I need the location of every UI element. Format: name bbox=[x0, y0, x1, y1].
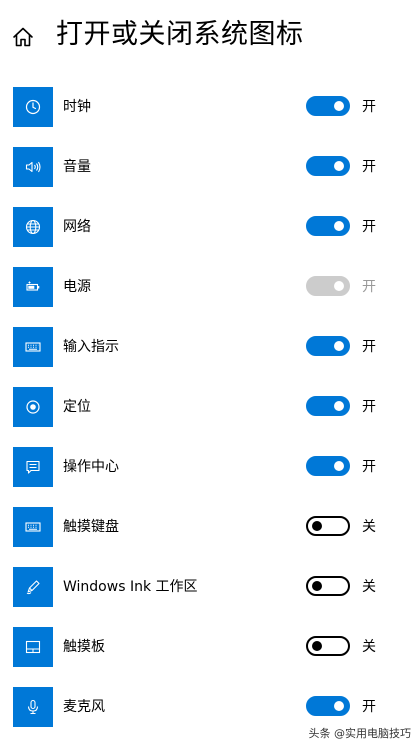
toggle-state-label: 开 bbox=[362, 279, 376, 295]
toggle-knob bbox=[334, 161, 344, 171]
setting-row-windows-ink: Windows Ink 工作区 关 bbox=[0, 567, 419, 609]
toggle-state-label: 开 bbox=[362, 339, 376, 355]
keyboard-icon bbox=[13, 327, 53, 367]
toggle-state-label: 开 bbox=[362, 459, 376, 475]
setting-row-action-center: 操作中心 开 bbox=[0, 447, 419, 489]
touch-keyboard-toggle[interactable] bbox=[306, 516, 350, 536]
network-toggle[interactable] bbox=[306, 216, 350, 236]
setting-row-power: 电源 开 bbox=[0, 267, 419, 309]
setting-row-location: 定位 开 bbox=[0, 387, 419, 429]
home-icon bbox=[13, 27, 33, 47]
toggle-state-label: 关 bbox=[362, 639, 376, 655]
setting-row-input-indicator: 输入指示 开 bbox=[0, 327, 419, 369]
page-title: 打开或关闭系统图标 bbox=[56, 19, 304, 50]
toggle-state-label: 开 bbox=[362, 399, 376, 415]
location-toggle[interactable] bbox=[306, 396, 350, 416]
volume-icon bbox=[13, 147, 53, 187]
action-center-toggle[interactable] bbox=[306, 456, 350, 476]
setting-label: 操作中心 bbox=[63, 459, 119, 475]
toggle-state-label: 开 bbox=[362, 699, 376, 715]
volume-toggle[interactable] bbox=[306, 156, 350, 176]
keyboard-icon bbox=[13, 507, 53, 547]
toggle-knob bbox=[312, 581, 322, 591]
toggle-knob bbox=[334, 461, 344, 471]
location-icon bbox=[13, 387, 53, 427]
action-center-icon bbox=[13, 447, 53, 487]
toggle-state-label: 开 bbox=[362, 159, 376, 175]
power-toggle bbox=[306, 276, 350, 296]
toggle-knob bbox=[334, 341, 344, 351]
pen-icon bbox=[13, 567, 53, 607]
touchpad-toggle[interactable] bbox=[306, 636, 350, 656]
touchpad-icon bbox=[13, 627, 53, 667]
home-button[interactable] bbox=[10, 24, 36, 50]
microphone-icon bbox=[13, 687, 53, 727]
toggle-knob bbox=[312, 521, 322, 531]
setting-row-volume: 音量 开 bbox=[0, 147, 419, 189]
setting-row-touch-keyboard: 触摸键盘 关 bbox=[0, 507, 419, 549]
setting-label: 时钟 bbox=[63, 99, 91, 115]
setting-label: 触摸板 bbox=[63, 639, 105, 655]
setting-label: Windows Ink 工作区 bbox=[63, 579, 198, 595]
toggle-knob bbox=[334, 221, 344, 231]
input-indicator-toggle[interactable] bbox=[306, 336, 350, 356]
setting-label: 麦克风 bbox=[63, 699, 105, 715]
setting-row-clock: 时钟 开 bbox=[0, 87, 419, 129]
microphone-toggle[interactable] bbox=[306, 696, 350, 716]
toggle-state-label: 关 bbox=[362, 579, 376, 595]
setting-label: 输入指示 bbox=[63, 339, 119, 355]
toggle-state-label: 开 bbox=[362, 219, 376, 235]
setting-label: 电源 bbox=[63, 279, 91, 295]
setting-row-network: 网络 开 bbox=[0, 207, 419, 249]
setting-label: 网络 bbox=[63, 219, 91, 235]
battery-icon bbox=[13, 267, 53, 307]
toggle-knob bbox=[334, 101, 344, 111]
setting-label: 定位 bbox=[63, 399, 91, 415]
toggle-knob bbox=[334, 281, 344, 291]
toggle-knob bbox=[334, 701, 344, 711]
clock-icon bbox=[13, 87, 53, 127]
watermark: 头条 @实用电脑技巧 bbox=[308, 727, 412, 740]
toggle-state-label: 关 bbox=[362, 519, 376, 535]
setting-row-touchpad: 触摸板 关 bbox=[0, 627, 419, 669]
toggle-knob bbox=[334, 401, 344, 411]
setting-label: 音量 bbox=[63, 159, 91, 175]
header: 打开或关闭系统图标 bbox=[0, 0, 419, 70]
setting-label: 触摸键盘 bbox=[63, 519, 119, 535]
toggle-knob bbox=[312, 641, 322, 651]
clock-toggle[interactable] bbox=[306, 96, 350, 116]
setting-row-microphone: 麦克风 开 bbox=[0, 687, 419, 729]
windows-ink-toggle[interactable] bbox=[306, 576, 350, 596]
toggle-state-label: 开 bbox=[362, 99, 376, 115]
globe-icon bbox=[13, 207, 53, 247]
